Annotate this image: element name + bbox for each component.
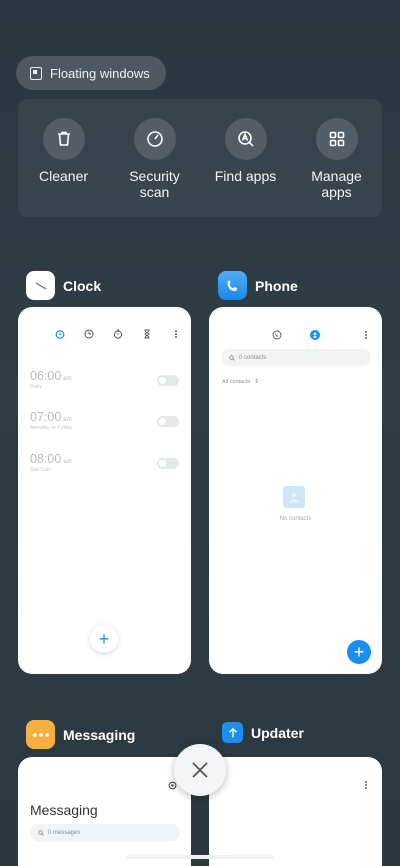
empty-contacts-text: No contacts bbox=[279, 516, 312, 522]
dropdown-arrows-icon: ⇕ bbox=[254, 379, 260, 385]
contacts-filter-label: All contacts bbox=[222, 378, 251, 385]
alarm-time: 07:00 bbox=[30, 410, 62, 424]
phone-tabbar bbox=[272, 330, 320, 340]
speedometer-icon bbox=[133, 118, 176, 160]
clear-all-button[interactable] bbox=[174, 744, 226, 796]
alarm-time: 08:00 bbox=[30, 452, 62, 466]
search-icon bbox=[229, 354, 235, 361]
phone-app-name: Phone bbox=[255, 277, 298, 294]
cleaner-button[interactable]: Cleaner bbox=[24, 118, 104, 217]
alarm-repeat: Daily bbox=[30, 384, 43, 390]
clock-app-name: Clock bbox=[63, 277, 102, 294]
home-indicator[interactable] bbox=[126, 855, 274, 859]
alarm-ampm: am bbox=[63, 459, 72, 465]
alarm-item[interactable]: 06:00 am Daily bbox=[30, 369, 72, 390]
clock-app-header[interactable]: Clock bbox=[26, 271, 101, 300]
updater-app-name: Updater bbox=[251, 724, 304, 741]
close-icon bbox=[192, 762, 208, 778]
more-menu-icon[interactable] bbox=[171, 329, 181, 339]
add-alarm-button[interactable]: + bbox=[90, 625, 118, 653]
phone-app-card[interactable]: 0 contacts All contacts ⇕ No contacts + bbox=[209, 307, 382, 674]
world-clock-tab-icon[interactable] bbox=[84, 329, 94, 339]
manage-apps-label: Manage apps bbox=[311, 168, 362, 200]
recents-tab-icon[interactable] bbox=[272, 330, 282, 340]
messaging-app-card[interactable]: Messaging 0 messages bbox=[18, 757, 191, 866]
updater-app-header[interactable]: Updater bbox=[222, 722, 304, 743]
find-apps-button[interactable]: Find apps bbox=[206, 118, 286, 217]
cleaner-label: Cleaner bbox=[38, 168, 89, 184]
messages-search-placeholder: 0 messages bbox=[48, 829, 81, 836]
plus-icon: + bbox=[98, 629, 110, 649]
timer-tab-icon[interactable] bbox=[142, 329, 152, 339]
clock-app-card[interactable]: 06:00 am Daily 07:00 am Monday to Friday 0… bbox=[18, 307, 191, 674]
alarm-item[interactable]: 08:00 am Sat-Sun bbox=[30, 452, 72, 473]
contacts-search-input[interactable]: 0 contacts bbox=[221, 349, 371, 366]
grid-icon bbox=[315, 118, 358, 160]
floating-windows-label: Floating windows bbox=[50, 65, 150, 81]
settings-icon[interactable] bbox=[168, 781, 177, 790]
security-scan-label: Security scan bbox=[129, 168, 180, 200]
contacts-filter-dropdown[interactable]: All contacts ⇕ bbox=[222, 378, 260, 386]
plus-icon: + bbox=[353, 642, 365, 662]
quick-tools-panel: Cleaner Security scan Find apps Manage a… bbox=[18, 99, 382, 217]
alarm-toggle[interactable] bbox=[157, 375, 179, 386]
updater-app-card[interactable] bbox=[209, 757, 382, 866]
empty-contacts-icon bbox=[283, 486, 305, 508]
app-search-icon bbox=[224, 118, 267, 160]
updater-app-icon bbox=[222, 722, 243, 743]
clock-tabbar bbox=[55, 329, 181, 339]
messaging-app-name: Messaging bbox=[63, 726, 136, 743]
alarm-ampm: am bbox=[63, 376, 72, 382]
alarm-ampm: am bbox=[63, 417, 72, 423]
alarm-tab-icon[interactable] bbox=[55, 329, 65, 339]
trash-icon bbox=[42, 118, 85, 160]
phone-app-header[interactable]: Phone bbox=[218, 271, 298, 300]
messages-search-input[interactable]: 0 messages bbox=[30, 824, 180, 841]
search-icon bbox=[38, 829, 44, 836]
alarm-repeat: Sat-Sun bbox=[30, 467, 50, 473]
find-apps-label: Find apps bbox=[214, 168, 277, 184]
more-menu-icon[interactable] bbox=[365, 781, 367, 789]
manage-apps-button[interactable]: Manage apps bbox=[297, 118, 377, 217]
security-scan-button[interactable]: Security scan bbox=[115, 118, 195, 217]
contacts-search-placeholder: 0 contacts bbox=[239, 354, 267, 361]
messaging-app-icon bbox=[26, 720, 55, 749]
more-menu-icon[interactable] bbox=[365, 331, 367, 339]
add-contact-button[interactable]: + bbox=[347, 640, 371, 664]
clock-app-icon bbox=[26, 271, 55, 300]
messaging-app-header[interactable]: Messaging bbox=[26, 720, 135, 749]
alarm-time: 06:00 bbox=[30, 369, 62, 383]
floating-window-icon bbox=[30, 66, 42, 80]
messaging-title: Messaging bbox=[30, 802, 98, 818]
alarm-toggle[interactable] bbox=[157, 416, 179, 427]
contacts-tab-icon[interactable] bbox=[310, 330, 320, 340]
alarm-repeat: Monday to Friday bbox=[30, 425, 73, 431]
stopwatch-tab-icon[interactable] bbox=[113, 329, 123, 339]
alarm-toggle[interactable] bbox=[157, 458, 179, 469]
floating-windows-button[interactable]: Floating windows bbox=[16, 56, 166, 90]
alarm-item[interactable]: 07:00 am Monday to Friday bbox=[30, 410, 73, 431]
phone-app-icon bbox=[218, 271, 247, 300]
